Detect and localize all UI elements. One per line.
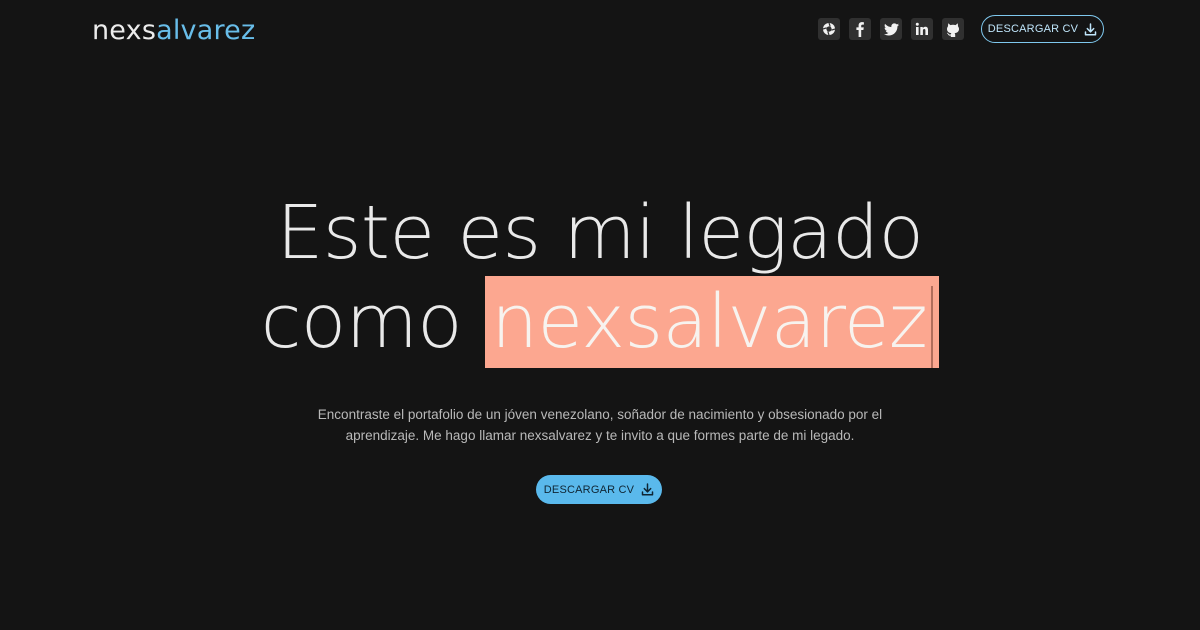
download-icon xyxy=(1084,22,1097,36)
description-line-2: aprendizaje. Me hago llamar nexsalvarez … xyxy=(345,428,855,443)
typed-highlight: nexsalvarez xyxy=(485,276,940,368)
social-links xyxy=(818,18,964,40)
logo-text-first: nexs xyxy=(92,15,157,46)
site-logo[interactable]: nexsalvarez xyxy=(92,14,255,48)
hero-headline: Este es mi legado como nexsalvarez xyxy=(0,190,1200,368)
hero-description: Encontraste el portafolio de un jóven ve… xyxy=(300,404,900,446)
headline-prefix: como xyxy=(260,279,486,365)
camera-aperture-icon[interactable] xyxy=(818,18,840,40)
description-line-1: Encontraste el portafolio de un jóven ve… xyxy=(317,407,883,422)
twitter-icon[interactable] xyxy=(880,18,902,40)
headline-line-2: como nexsalvarez xyxy=(0,276,1200,368)
linkedin-icon[interactable] xyxy=(911,18,933,40)
facebook-icon[interactable] xyxy=(849,18,871,40)
download-cv-label: DESCARGAR CV xyxy=(543,483,635,496)
headline-line-1: Este es mi legado xyxy=(276,190,924,276)
download-cv-label: DESCARGAR CV xyxy=(987,23,1079,35)
download-cv-button-hero[interactable]: DESCARGAR CV xyxy=(536,475,662,504)
typing-cursor xyxy=(931,285,934,368)
github-icon[interactable] xyxy=(942,18,964,40)
download-cv-button-header[interactable]: DESCARGAR CV xyxy=(981,15,1104,43)
highlight-text: nexsalvarez xyxy=(491,279,928,365)
download-icon xyxy=(641,483,654,496)
logo-text-second: alvarez xyxy=(156,15,256,46)
